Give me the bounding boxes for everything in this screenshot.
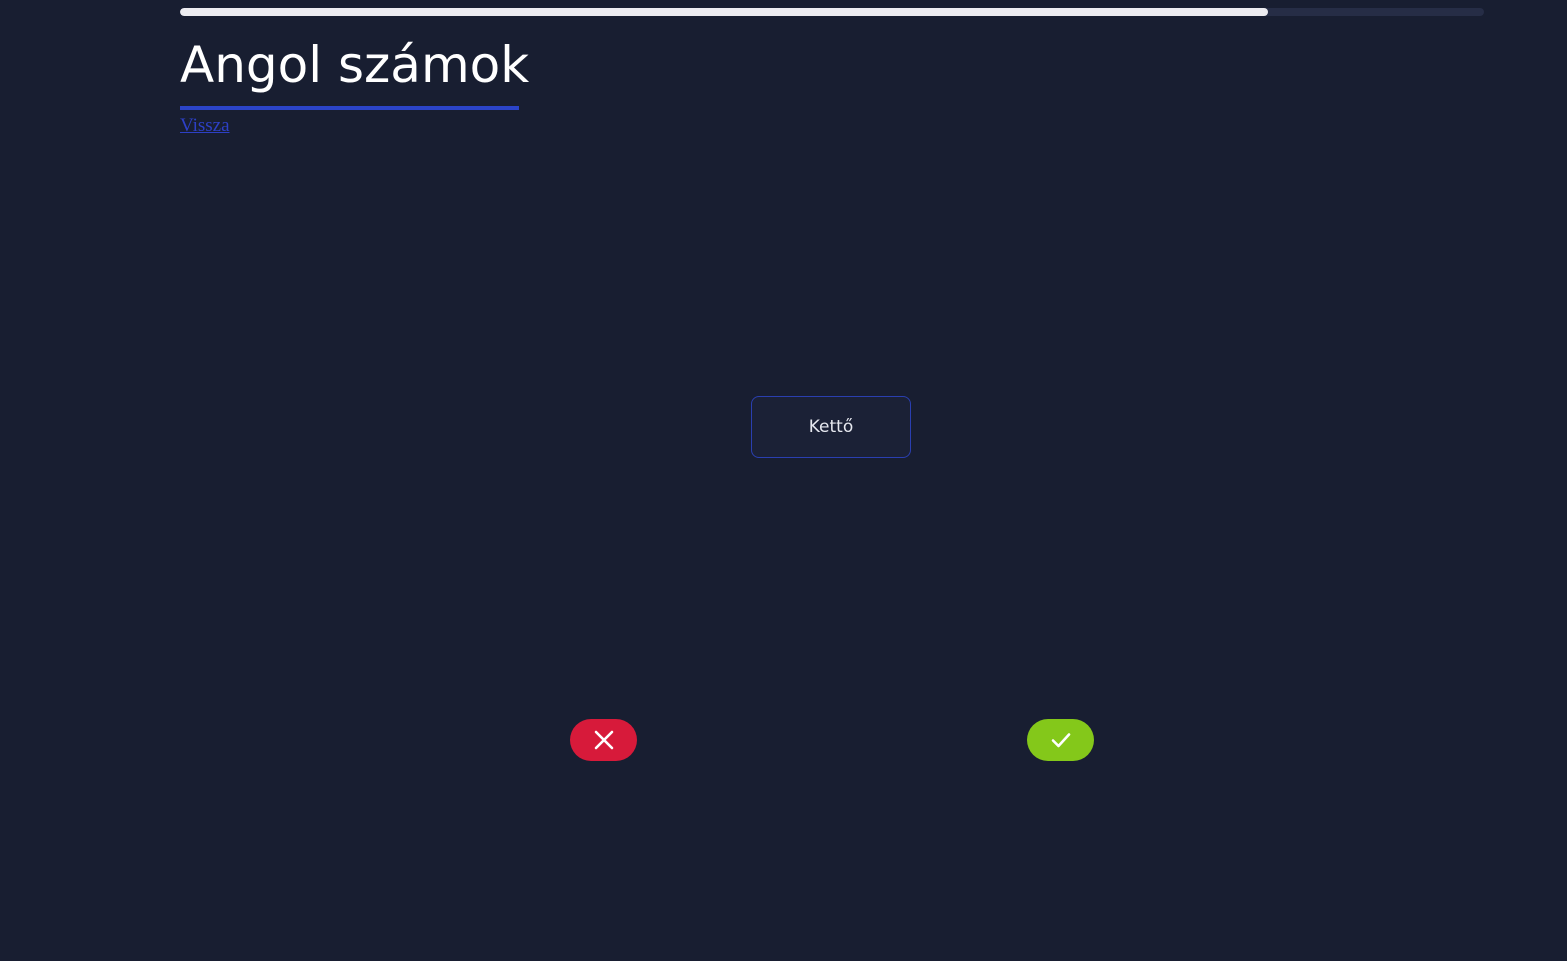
progress-bar-fill [180,8,1268,16]
flashcard-text: Kettő [808,417,854,437]
wrong-answer-button[interactable] [570,719,637,761]
close-icon [593,729,615,751]
page-title: Angol számok [180,36,530,94]
flashcard[interactable]: Kettő [751,396,911,458]
progress-bar [180,8,1484,16]
correct-answer-button[interactable] [1027,719,1094,761]
check-icon [1050,731,1072,749]
title-underline [180,106,519,110]
back-link[interactable]: Vissza [180,115,230,137]
